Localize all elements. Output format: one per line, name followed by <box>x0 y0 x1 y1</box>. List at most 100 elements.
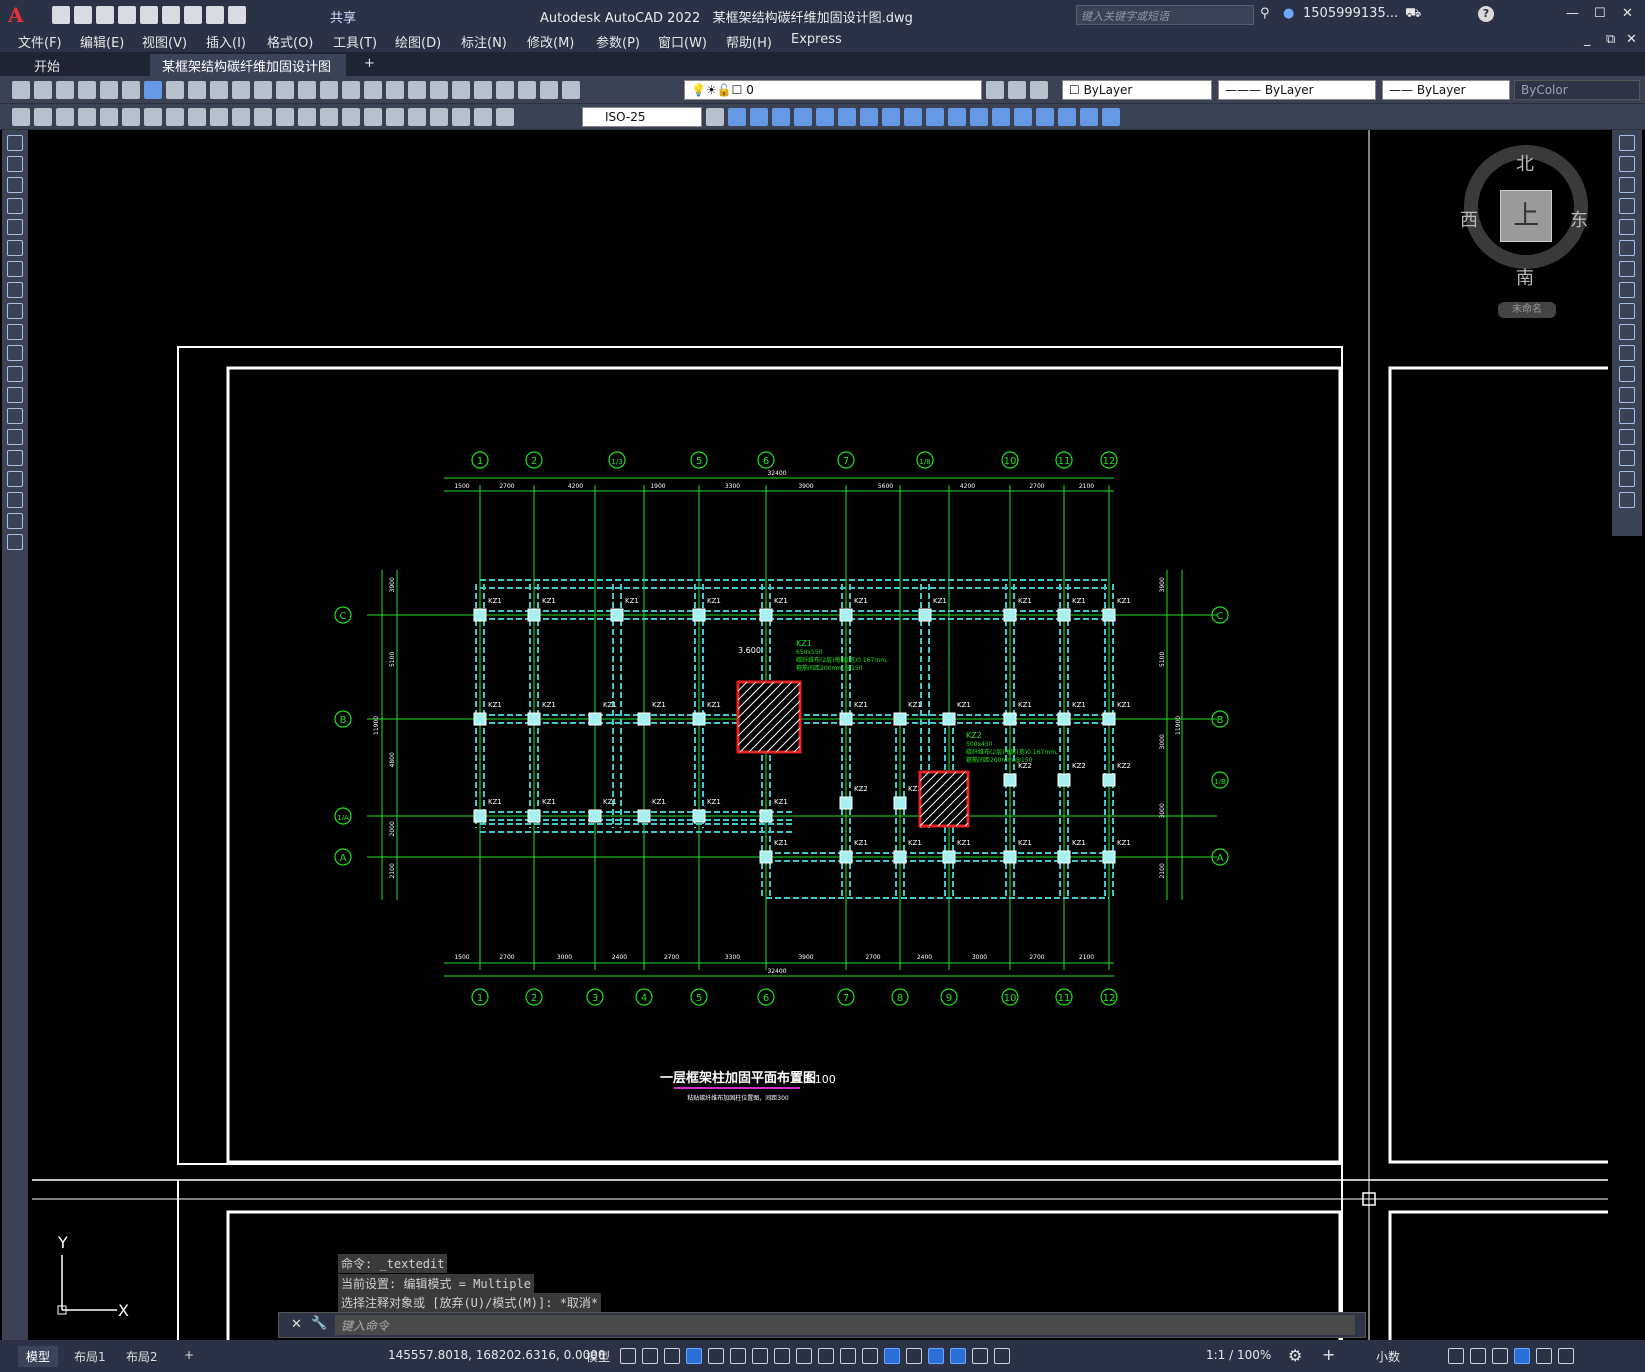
break-icon[interactable] <box>1619 387 1635 403</box>
add-selected-icon[interactable] <box>7 534 23 550</box>
doc-close-icon[interactable]: ✕ <box>1626 32 1637 47</box>
user-icon[interactable]: ● <box>1283 6 1294 21</box>
ortho-icon[interactable] <box>708 1348 724 1364</box>
revision-cloud-icon[interactable] <box>7 282 23 298</box>
offset-icon[interactable] <box>1619 198 1635 214</box>
design-center-icon[interactable] <box>430 81 448 99</box>
block-editor-icon[interactable] <box>254 81 272 99</box>
redo-icon[interactable] <box>298 81 316 99</box>
isolate-icon[interactable] <box>1492 1348 1508 1364</box>
copy-object-icon[interactable] <box>1619 156 1635 172</box>
menu-modify[interactable]: 修改(M) <box>527 32 574 51</box>
publish-icon[interactable] <box>122 81 140 99</box>
render-icon[interactable] <box>1058 108 1076 126</box>
cart-icon[interactable]: ⛟ <box>1405 6 1421 23</box>
linear-dim-icon[interactable] <box>78 108 96 126</box>
drawing-canvas[interactable]: KZ1 KZ1 KZ1 KZ1 KZ1 KZ1 KZ1 KZ1 KZ1 KZ1 KZ1 KZ1 KZ1 K… <box>32 130 1608 1340</box>
open-icon[interactable] <box>34 81 52 99</box>
3d-osnap-icon[interactable] <box>884 1348 900 1364</box>
fillet-edge-icon[interactable] <box>970 108 988 126</box>
textstyle-icon[interactable] <box>56 108 74 126</box>
import-icon[interactable] <box>162 6 180 24</box>
dim-style-icon[interactable] <box>706 108 724 126</box>
quick-properties-icon[interactable] <box>1448 1348 1464 1364</box>
menu-express[interactable]: Express <box>791 32 842 47</box>
insert-block-icon[interactable] <box>7 366 23 382</box>
hardware-accel-icon[interactable] <box>1514 1348 1530 1364</box>
diameter-dim-icon[interactable] <box>210 108 228 126</box>
circle-icon[interactable] <box>7 261 23 277</box>
break-point-icon[interactable] <box>1619 366 1635 382</box>
tab-layout2[interactable]: 布局2 <box>118 1346 166 1367</box>
menu-dimension[interactable]: 标注(N) <box>461 32 507 51</box>
loft-icon[interactable] <box>882 108 900 126</box>
help-button[interactable]: ? <box>1478 6 1494 22</box>
erase-icon[interactable] <box>1619 135 1635 151</box>
new-icon[interactable] <box>52 6 70 24</box>
spline-icon[interactable] <box>7 303 23 319</box>
sweep-icon[interactable] <box>860 108 878 126</box>
dim-update-icon[interactable] <box>496 108 514 126</box>
3d-dwf-icon[interactable] <box>144 81 162 99</box>
save-icon[interactable] <box>56 81 74 99</box>
jogged-dim-icon[interactable] <box>188 108 206 126</box>
selection-filter-icon[interactable] <box>928 1348 944 1364</box>
region-icon[interactable] <box>7 471 23 487</box>
object-track-icon[interactable] <box>774 1348 790 1364</box>
union-icon[interactable] <box>750 108 768 126</box>
ellipse-arc-icon[interactable] <box>7 345 23 361</box>
snap-icon[interactable] <box>642 1348 658 1364</box>
viewcube-north[interactable]: 北 <box>1516 150 1534 176</box>
annotation-scale[interactable]: 1:1 / 100% <box>1206 1348 1271 1362</box>
extend-icon[interactable] <box>1619 345 1635 361</box>
viewcube-south[interactable]: 南 <box>1516 264 1534 290</box>
dynamic-ucs-icon[interactable] <box>906 1348 922 1364</box>
osnap-icon[interactable] <box>796 1348 812 1364</box>
doc-minimize-icon[interactable]: _ <box>1584 32 1591 47</box>
close-command-icon[interactable]: ✕ <box>291 1317 302 1332</box>
trim-icon[interactable] <box>1619 324 1635 340</box>
tolerance-icon[interactable] <box>364 108 382 126</box>
slice-icon[interactable] <box>926 108 944 126</box>
make-current-icon[interactable] <box>986 81 1004 99</box>
customize-icon[interactable]: 🔧 <box>311 1316 327 1331</box>
ellipse-icon[interactable] <box>7 324 23 340</box>
gradient-icon[interactable] <box>7 450 23 466</box>
chamfer-icon[interactable] <box>1619 429 1635 445</box>
open-icon[interactable] <box>74 6 92 24</box>
table-icon[interactable] <box>7 492 23 508</box>
inspect-icon[interactable] <box>408 108 426 126</box>
save-icon[interactable] <box>96 6 114 24</box>
rotate-icon[interactable] <box>1619 261 1635 277</box>
selection-cycling-icon[interactable] <box>862 1348 878 1364</box>
publish-icon[interactable] <box>140 6 158 24</box>
polar-icon[interactable] <box>730 1348 746 1364</box>
tool-palette-icon[interactable] <box>452 81 470 99</box>
aligned-dim-icon[interactable] <box>100 108 118 126</box>
presspull-icon[interactable] <box>904 108 922 126</box>
separate-icon[interactable] <box>1036 108 1054 126</box>
chamfer-edge-icon[interactable] <box>992 108 1010 126</box>
menu-view[interactable]: 视图(V) <box>142 32 187 51</box>
pan-icon[interactable] <box>320 81 338 99</box>
menu-tools[interactable]: 工具(T) <box>333 32 377 51</box>
search-icon[interactable]: ⚲ <box>1260 6 1270 21</box>
layer-states-icon[interactable] <box>1030 81 1048 99</box>
layer-properties-icon[interactable] <box>562 81 580 99</box>
revolve-icon[interactable] <box>838 108 856 126</box>
clean-screen-icon[interactable] <box>1536 1348 1552 1364</box>
search-input[interactable]: 键入关键字或短语 <box>1076 5 1254 25</box>
ordinate-dim-icon[interactable] <box>144 108 162 126</box>
subtract-icon[interactable] <box>772 108 790 126</box>
menu-format[interactable]: 格式(O) <box>267 32 313 51</box>
doc-restore-icon[interactable]: ⧉ <box>1606 32 1615 47</box>
angular-dim-icon[interactable] <box>232 108 250 126</box>
linetype-dropdown[interactable]: ——— ByLayer <box>1218 80 1376 100</box>
color-dropdown[interactable]: ☐ ByLayer <box>1062 80 1212 100</box>
maximize-button[interactable]: ☐ <box>1594 6 1606 21</box>
baseline-dim-icon[interactable] <box>276 108 294 126</box>
command-input[interactable]: 键入命令 <box>335 1315 1355 1335</box>
space-dim-icon[interactable] <box>320 108 338 126</box>
layer-dropdown[interactable]: 💡☀🔓☐ 0 <box>684 80 982 100</box>
new-icon[interactable] <box>12 81 30 99</box>
